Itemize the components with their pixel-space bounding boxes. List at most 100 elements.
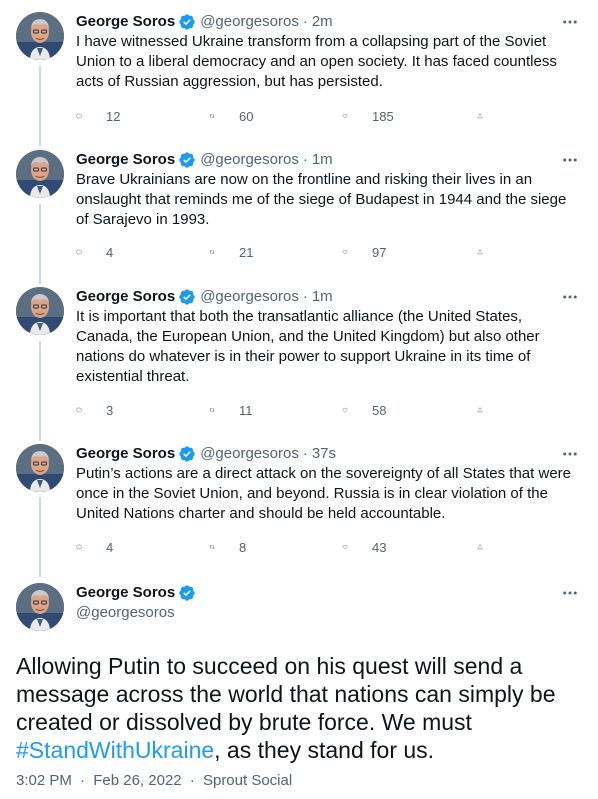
separator: · [80, 772, 86, 789]
retweet-count: 11 [239, 402, 253, 418]
like-button[interactable]: 43 [342, 538, 475, 556]
tweet-time[interactable]: 37s [312, 444, 336, 464]
more-horizontal-icon[interactable] [560, 150, 580, 170]
author-name[interactable]: George Soros [76, 150, 175, 170]
main-text-before: Allowing Putin to succeed on his quest w… [16, 653, 556, 735]
retweet-button[interactable]: 60 [209, 107, 342, 125]
thread-tweet[interactable]: George Soros @georgesoros · 1m It is imp… [0, 287, 598, 427]
author-handle[interactable]: @georgesoros [200, 12, 299, 32]
verified-badge-icon [178, 288, 196, 306]
share-icon [477, 538, 495, 556]
retweet-count: 21 [239, 244, 254, 260]
tweet-text: Putin’s actions are a direct attack on t… [76, 465, 571, 522]
thread-tweet[interactable]: George Soros @georgesoros · 37s Putin’s … [0, 444, 598, 564]
share-icon [477, 401, 495, 419]
tweet-source[interactable]: Sprout Social [203, 772, 292, 789]
retweet-icon [209, 107, 227, 125]
tweet-header: George Soros @georgesoros · 1m [76, 287, 558, 307]
tweet-date[interactable]: Feb 26, 2022 [93, 772, 181, 789]
retweet-button[interactable]: 21 [209, 243, 342, 261]
main-tweet-text: Allowing Putin to succeed on his quest w… [16, 652, 586, 764]
verified-badge-icon [178, 151, 196, 169]
reply-count: 12 [106, 108, 121, 124]
heart-icon [342, 107, 360, 125]
like-count: 97 [372, 244, 387, 260]
thread-tweet[interactable]: George Soros @georgesoros · 1m Brave Ukr… [0, 150, 598, 270]
reply-count: 4 [106, 539, 114, 555]
tweet-meta: 3:02 PM · Feb 26, 2022 · Sprout Social [16, 771, 292, 791]
reply-icon [76, 107, 94, 125]
author-name[interactable]: George Soros [76, 287, 175, 307]
like-button[interactable]: 97 [342, 243, 475, 261]
avatar[interactable] [16, 287, 64, 335]
reply-button[interactable]: 3 [76, 401, 209, 419]
like-button[interactable]: 185 [342, 107, 475, 125]
heart-icon [342, 243, 360, 261]
tweet-actions: 4 8 43 [76, 537, 508, 557]
reply-icon [76, 538, 94, 556]
separator: · [302, 288, 308, 305]
reply-button[interactable]: 12 [76, 107, 209, 125]
tweet-time[interactable]: 1m [312, 287, 333, 307]
tweet-text: Brave Ukrainians are now on the frontlin… [76, 171, 567, 228]
author-name[interactable]: George Soros [76, 583, 175, 603]
retweet-icon [209, 243, 227, 261]
share-button[interactable] [477, 401, 507, 419]
author-handle[interactable]: @georgesoros [76, 603, 175, 623]
tweet-time[interactable]: 2m [312, 12, 333, 32]
tweet-time[interactable]: 1m [312, 150, 333, 170]
hashtag-link[interactable]: #StandWithUkraine [16, 737, 214, 763]
more-horizontal-icon[interactable] [560, 12, 580, 32]
tweet-timestamp[interactable]: 3:02 PM [16, 772, 72, 789]
thread-tweet[interactable]: George Soros @georgesoros · 2m I have wi… [0, 12, 598, 132]
avatar[interactable] [16, 583, 64, 631]
reply-icon [76, 401, 94, 419]
author-handle[interactable]: @georgesoros [200, 287, 299, 307]
like-count: 185 [372, 108, 394, 124]
author-name[interactable]: George Soros [76, 444, 175, 464]
tweet-text: It is important that both the transatlan… [76, 308, 540, 385]
tweet-header: George Soros @georgesoros · 1m [76, 150, 558, 170]
main-author: George Soros [76, 583, 200, 603]
heart-icon [342, 538, 360, 556]
more-horizontal-icon[interactable] [560, 287, 580, 307]
reply-count: 4 [106, 244, 114, 260]
heart-icon [342, 401, 360, 419]
author-handle[interactable]: @georgesoros [200, 444, 299, 464]
retweet-button[interactable]: 11 [209, 401, 342, 419]
share-button[interactable] [477, 538, 507, 556]
verified-badge-icon [178, 445, 196, 463]
avatar[interactable] [16, 150, 64, 198]
retweet-icon [209, 538, 227, 556]
like-button[interactable]: 58 [342, 401, 475, 419]
separator: · [302, 151, 308, 168]
more-horizontal-icon[interactable] [560, 444, 580, 464]
share-button[interactable] [477, 243, 507, 261]
tweet-actions: 12 60 185 [76, 106, 508, 126]
avatar[interactable] [16, 444, 64, 492]
retweet-count: 60 [239, 108, 254, 124]
tweet-actions: 4 21 97 [76, 242, 508, 262]
share-icon [477, 243, 495, 261]
tweet-header: George Soros @georgesoros · 37s [76, 444, 558, 464]
retweet-count: 8 [239, 539, 247, 555]
like-count: 58 [372, 402, 387, 418]
separator: · [189, 772, 195, 789]
share-button[interactable] [477, 107, 507, 125]
author-name[interactable]: George Soros [76, 12, 175, 32]
reply-button[interactable]: 4 [76, 538, 209, 556]
tweet-text: I have witnessed Ukraine transform from … [76, 33, 557, 90]
reply-count: 3 [106, 402, 114, 418]
separator: · [302, 13, 308, 30]
verified-badge-icon [178, 584, 196, 602]
tweet-header: George Soros @georgesoros · 2m [76, 12, 558, 32]
avatar[interactable] [16, 12, 64, 60]
separator: · [302, 445, 308, 462]
author-handle[interactable]: @georgesoros [200, 150, 299, 170]
retweet-button[interactable]: 8 [209, 538, 342, 556]
reply-button[interactable]: 4 [76, 243, 209, 261]
verified-badge-icon [178, 13, 196, 31]
retweet-icon [209, 401, 227, 419]
more-horizontal-icon[interactable] [560, 583, 580, 603]
like-count: 43 [372, 539, 387, 555]
